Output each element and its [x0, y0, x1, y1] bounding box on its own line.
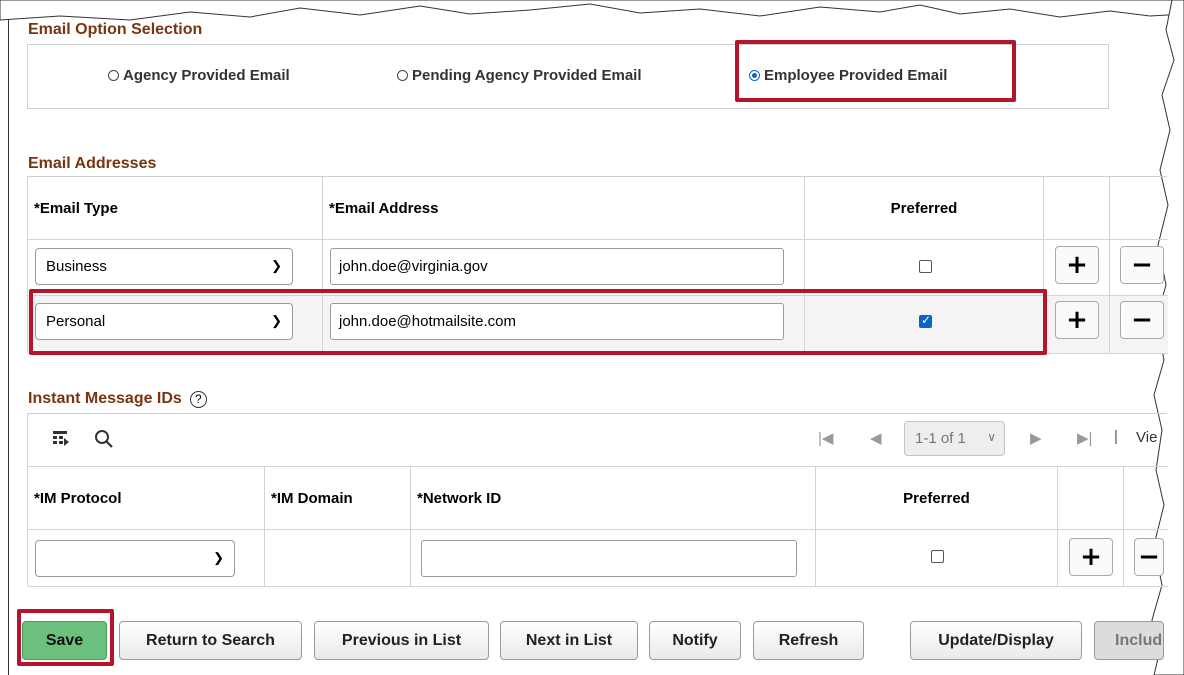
- previous-page-icon[interactable]: ◀: [870, 429, 882, 447]
- radio-pending-agency[interactable]: Pending Agency Provided Email: [397, 67, 642, 84]
- col-delete: [1124, 467, 1168, 530]
- help-icon[interactable]: ?: [189, 390, 207, 408]
- email-addresses-title: Email Addresses: [28, 155, 157, 172]
- col-email-address: *Email Address: [323, 177, 805, 240]
- radio-label: Agency Provided Email: [123, 67, 290, 84]
- search-icon[interactable]: [94, 429, 114, 449]
- im-title-group: Instant Message IDs ?: [28, 390, 207, 408]
- email-option-title: Email Option Selection: [28, 21, 203, 38]
- add-row-button[interactable]: +: [1055, 246, 1099, 284]
- highlight-personal-row: [29, 289, 1047, 355]
- col-preferred: Preferred: [816, 467, 1058, 530]
- radio-agency-provided[interactable]: Agency Provided Email: [108, 67, 290, 84]
- pager-divider: |: [1114, 428, 1118, 445]
- preferred-checkbox[interactable]: [931, 550, 944, 563]
- email-address-input[interactable]: john.doe@virginia.gov: [330, 248, 784, 285]
- minus-icon: −: [1131, 250, 1153, 280]
- next-page-icon[interactable]: ▶: [1030, 429, 1042, 447]
- plus-icon: +: [1080, 542, 1102, 572]
- email-type-select[interactable]: Business ❯: [35, 248, 293, 285]
- col-im-protocol: *IM Protocol: [28, 467, 265, 530]
- minus-icon: −: [1131, 305, 1153, 335]
- col-network-id: *Network ID: [411, 467, 816, 530]
- col-add: [1044, 177, 1110, 240]
- delete-row-button[interactable]: −: [1120, 246, 1164, 284]
- page-range-value: 1-1 of 1: [915, 430, 966, 447]
- select-value: Business: [46, 258, 107, 275]
- page-range-select[interactable]: 1-1 of 1 ∨: [904, 421, 1005, 456]
- update-display-button[interactable]: Update/Display: [910, 621, 1082, 660]
- col-add: [1058, 467, 1124, 530]
- highlight-save: [17, 609, 114, 666]
- chevron-down-icon: ∨: [987, 430, 996, 444]
- radio-button[interactable]: [108, 70, 119, 81]
- personalize-grid-icon[interactable]: [52, 430, 70, 447]
- last-page-icon[interactable]: ▶|: [1077, 429, 1092, 447]
- next-in-list-button[interactable]: Next in List: [500, 621, 638, 660]
- include-history-button[interactable]: Includ: [1094, 621, 1164, 660]
- add-row-button[interactable]: +: [1069, 538, 1113, 576]
- refresh-button[interactable]: Refresh: [753, 621, 864, 660]
- highlight-employee-email: [735, 40, 1016, 102]
- chevron-down-icon: ❯: [271, 258, 282, 273]
- network-id-input[interactable]: [421, 540, 797, 577]
- delete-row-button[interactable]: −: [1120, 301, 1164, 339]
- im-protocol-select[interactable]: ❯: [35, 540, 235, 577]
- col-delete: [1110, 177, 1168, 240]
- add-row-button[interactable]: +: [1055, 301, 1099, 339]
- frame-edge: [8, 0, 9, 675]
- im-row-domain-cell: [265, 530, 411, 587]
- col-email-type: *Email Type: [28, 177, 323, 240]
- first-page-icon[interactable]: |◀: [818, 429, 833, 447]
- previous-in-list-button[interactable]: Previous in List: [314, 621, 489, 660]
- col-preferred: Preferred: [805, 177, 1044, 240]
- delete-row-button[interactable]: −: [1134, 538, 1164, 576]
- return-to-search-button[interactable]: Return to Search: [119, 621, 302, 660]
- torn-top-edge: [0, 0, 1184, 21]
- radio-label: Pending Agency Provided Email: [412, 67, 642, 84]
- col-im-domain: *IM Domain: [265, 467, 411, 530]
- radio-button[interactable]: [397, 70, 408, 81]
- notify-button[interactable]: Notify: [649, 621, 741, 660]
- minus-icon: −: [1138, 542, 1160, 572]
- view-all-link[interactable]: Vie: [1136, 429, 1157, 446]
- plus-icon: +: [1066, 250, 1088, 280]
- plus-icon: +: [1066, 305, 1088, 335]
- im-title: Instant Message IDs: [28, 390, 182, 407]
- preferred-checkbox[interactable]: [919, 260, 932, 273]
- chevron-down-icon: ❯: [213, 550, 224, 565]
